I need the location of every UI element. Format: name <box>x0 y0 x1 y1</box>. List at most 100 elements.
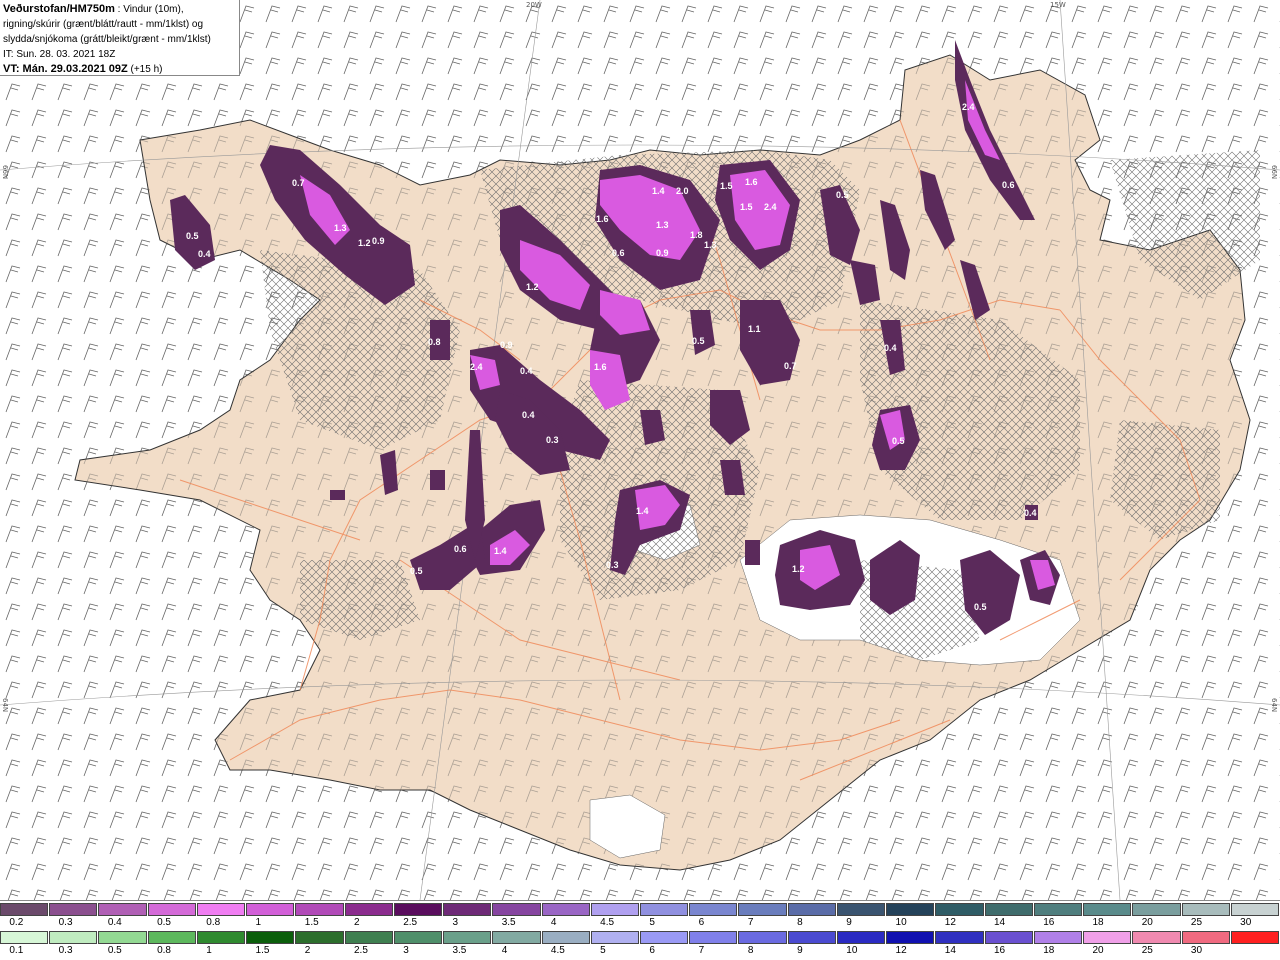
rain-legend-tick-label: 3.5 <box>452 945 467 956</box>
legend-snow: 0.2 0.3 0.4 0.5 0.8 1 1.5 2 2.5 3 3.5 4 4.5 5 6 7 8 9 10 12… <box>0 903 1280 931</box>
map-label: 0.5 <box>692 336 705 346</box>
snow-legend-tick-label: 10 <box>895 917 907 928</box>
snow-legend-swatch <box>1033 903 1083 916</box>
snow-legend-tick-label: 4 <box>550 917 557 928</box>
snow-legend-swatch <box>295 903 344 916</box>
map-label: 1.8 <box>690 230 703 240</box>
map-label: 1.3 <box>334 223 347 233</box>
rain-legend-tick-label: 0.1 <box>9 945 24 956</box>
map-label: 1.5 <box>720 181 733 191</box>
map-label: 1.3 <box>704 240 717 250</box>
snow-legend-swatch <box>147 903 196 916</box>
snow-legend-swatch <box>0 903 49 916</box>
snow-legend-swatch <box>98 903 147 916</box>
grid-label-66n-right: 66N <box>1270 165 1278 180</box>
title-line-1: Veðurstofan/HM750m : Vindur (10m), <box>3 2 236 17</box>
grid-label-20w: 20W <box>526 1 542 9</box>
rain-legend-tick-label: 20 <box>1092 945 1104 956</box>
map-label: 1.6 <box>594 362 607 372</box>
map-label: 2.4 <box>764 202 777 212</box>
snow-legend-swatch <box>984 903 1033 916</box>
rain-legend-tick-label: 0.3 <box>58 945 73 956</box>
grid-label-15w: 15W <box>1050 1 1066 9</box>
valid-time: VT: Mán. 29.03.2021 09Z <box>3 63 128 75</box>
rain-legend-swatch <box>443 931 492 944</box>
rain-legend-swatch <box>738 931 787 944</box>
map-label: 1.5 <box>740 202 753 212</box>
title-line-2: rigning/skúrir (grænt/blátt/rautt - mm/1… <box>3 19 204 30</box>
map-label: 0.9 <box>500 340 513 350</box>
map-label: 0.3 <box>606 560 619 570</box>
snow-legend-swatch <box>738 903 787 916</box>
rain-legend-tick-label: 0.5 <box>107 945 122 956</box>
snow-legend-tick-label: 5 <box>649 917 655 928</box>
map-label: 0.6 <box>1002 180 1015 190</box>
snow-legend-swatch <box>246 903 295 916</box>
snow-legend-tick-label: 3.5 <box>501 917 516 928</box>
snow-legend-swatch <box>689 903 738 916</box>
title-line-3: slydda/snjókoma (grátt/bleikt/grænt - mm… <box>3 34 211 45</box>
grid-label-66n-left: 66N <box>1 165 9 180</box>
map-label: 0.6 <box>454 544 467 554</box>
snow-legend-tick-label: 8 <box>797 917 803 928</box>
rain-legend-swatch <box>1033 931 1083 944</box>
rain-legend-tick-label: 16 <box>994 945 1006 956</box>
snow-legend-tick-label: 2 <box>354 917 360 928</box>
snow-legend-swatch <box>393 903 443 916</box>
rain-legend-swatch <box>295 931 344 944</box>
rain-legend-swatch <box>147 931 196 944</box>
rain-legend-tick-label: 30 <box>1190 945 1203 956</box>
map-label: 2.4 <box>470 362 483 372</box>
snow-legend-swatch <box>344 903 393 916</box>
map-label: 0.5 <box>186 231 199 241</box>
snow-legend-tick-label: 0.3 <box>58 917 73 928</box>
snow-legend-tick-label: 20 <box>1141 917 1153 928</box>
forecast-offset: (+15 h) <box>127 64 163 75</box>
snow-legend-swatch <box>541 903 590 916</box>
rain-legend-tick-label: 10 <box>846 945 858 956</box>
rain-legend-swatch <box>836 931 886 944</box>
snow-legend-tick-label: 12 <box>944 917 956 928</box>
snow-legend-tick-label: 0.4 <box>107 917 122 928</box>
rain-legend-tick-label: 3 <box>403 945 409 956</box>
snow-legend-tick-label: 0.8 <box>206 917 221 928</box>
map-label: 0.4 <box>884 343 897 353</box>
map-label: 1.2 <box>792 564 805 574</box>
map-label: 1.4 <box>636 506 649 516</box>
rain-legend-tick-label: 0.8 <box>157 945 171 956</box>
snow-legend-tick-label: 16 <box>1043 917 1055 928</box>
map-label: 0.4 <box>198 249 211 259</box>
title-variables: : Vindur (10m), <box>114 4 184 15</box>
map-label: 2.0 <box>676 186 689 196</box>
map-canvas: 0.7 1.3 1.2 0.9 0.5 0.4 0.8 2.4 0.9 0.4 … <box>0 0 1280 900</box>
snow-legend-tick-label: 0.2 <box>9 917 24 928</box>
map-label: 1.2 <box>526 282 539 292</box>
rain-legend-swatch <box>49 931 98 944</box>
snow-legend-tick-label: 4.5 <box>600 917 615 928</box>
map-label: 0.5 <box>410 566 423 576</box>
map-label: 0.7 <box>292 178 305 188</box>
map-label: 1.4 <box>652 186 665 196</box>
rain-legend-swatch <box>393 931 443 944</box>
rain-legend-tick-label: 7 <box>698 945 705 956</box>
rain-legend-tick-label: 12 <box>895 945 907 956</box>
map-label: 1.6 <box>745 177 758 187</box>
map-label: 0.3 <box>546 435 559 445</box>
rain-legend-tick-label: 14 <box>944 945 956 956</box>
map-label: 2.4 <box>962 102 975 112</box>
map-label: 0.9 <box>656 248 669 258</box>
map-label: 0.9 <box>372 236 385 246</box>
snow-legend-swatch <box>836 903 886 916</box>
snow-legend-swatch <box>1132 903 1181 916</box>
rain-legend-tick-label: 25 <box>1141 945 1153 956</box>
rain-legend-tick-label: 1.5 <box>255 945 270 956</box>
map-label: 1.2 <box>358 238 371 248</box>
grid-label-64n-right: 64N <box>1270 698 1278 713</box>
rain-legend-swatch <box>590 931 639 944</box>
rain-legend-tick-label: 8 <box>747 945 754 956</box>
snow-legend-swatch <box>640 903 689 916</box>
rain-legend-tick-label: 2 <box>304 945 311 956</box>
rain-legend-swatch <box>640 931 689 944</box>
rain-legend-swatch <box>984 931 1033 944</box>
rain-legend-tick-label: 2.5 <box>354 945 368 956</box>
